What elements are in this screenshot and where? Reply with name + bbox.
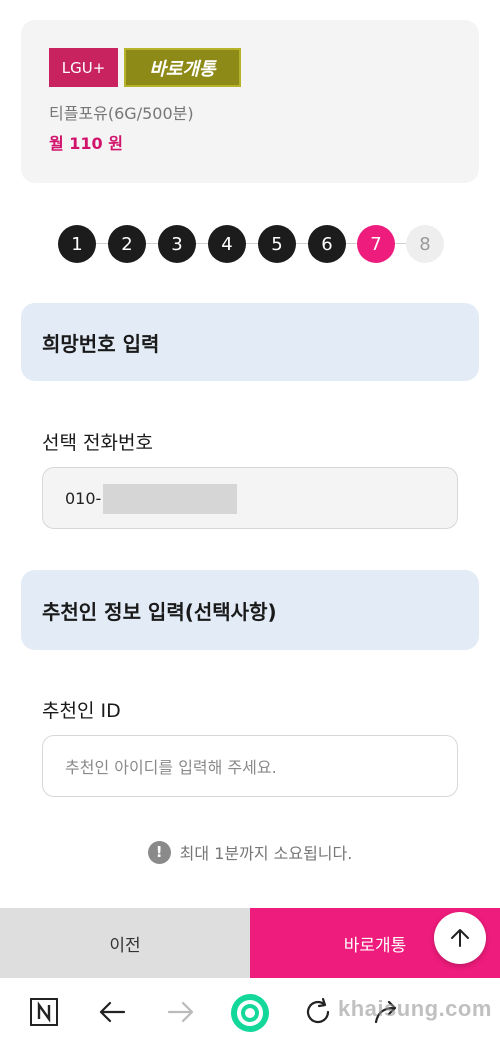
carrier-badge: LGU+ — [49, 48, 118, 87]
back-arrow-icon[interactable] — [94, 994, 130, 1030]
selected-number-label: 선택 전화번호 — [42, 432, 153, 454]
plan-badges: LGU+ 바로개통 — [49, 48, 241, 87]
step-8: 8 — [406, 225, 444, 263]
referrer-info-header: 추천인 정보 입력(선택사항) — [21, 570, 479, 650]
scroll-top-button[interactable] — [434, 912, 486, 964]
selected-number-value: 010- — [65, 488, 102, 508]
step-1: 1 — [58, 225, 96, 263]
plan-card: LGU+ 바로개통 티플포유(6G/500분) 월 110 원 — [21, 20, 479, 183]
open-type-badge: 바로개통 — [124, 48, 241, 87]
notice-text: 최대 1분까지 소요됩니다. — [179, 844, 353, 863]
watermark-text: khaisung.com — [338, 996, 492, 1021]
arrow-up-icon — [451, 929, 469, 947]
forward-arrow-icon[interactable] — [163, 994, 199, 1030]
step-7-current: 7 — [357, 225, 395, 263]
desired-number-header: 희망번호 입력 — [21, 303, 479, 381]
referrer-id-label: 추천인 ID — [42, 700, 121, 722]
step-2: 2 — [108, 225, 146, 263]
step-6: 6 — [308, 225, 346, 263]
selected-number-field: 010- — [42, 467, 458, 529]
step-4: 4 — [208, 225, 246, 263]
duration-notice: ! 최대 1분까지 소요됩니다. — [0, 840, 500, 864]
step-indicator: 1 2 3 4 5 6 7 8 — [58, 225, 444, 263]
home-circle-icon[interactable] — [229, 992, 271, 1034]
step-5: 5 — [258, 225, 296, 263]
referrer-id-input[interactable]: 추천인 아이디를 입력해 주세요. — [42, 735, 458, 797]
exclamation-icon: ! — [147, 840, 171, 864]
plan-name: 티플포유(6G/500분) — [49, 104, 194, 123]
plan-price: 월 110 원 — [49, 134, 123, 153]
step-3: 3 — [158, 225, 196, 263]
refresh-icon[interactable] — [300, 994, 336, 1030]
redacted-number-mask — [103, 484, 237, 514]
naver-icon[interactable] — [26, 994, 62, 1030]
prev-button[interactable]: 이전 — [0, 908, 250, 978]
